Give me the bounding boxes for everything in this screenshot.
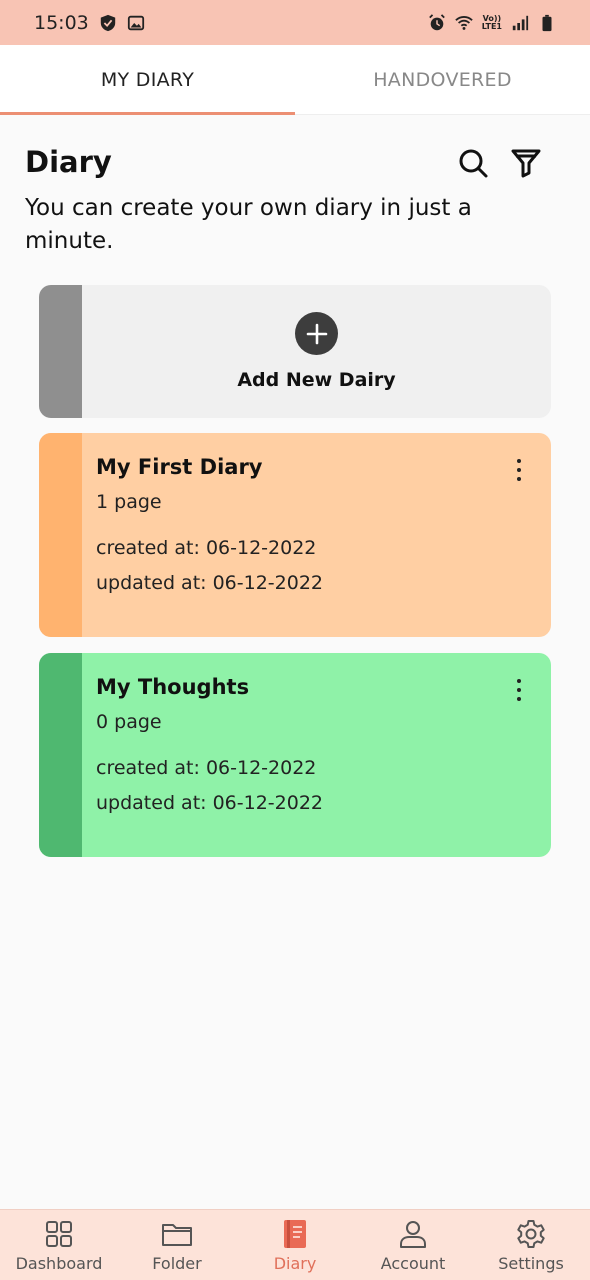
nav-label: Diary bbox=[273, 1254, 317, 1273]
bottom-navigation: Dashboard Folder Diary Account Settings bbox=[0, 1209, 590, 1280]
diary-created-date: created at: 06-12-2022 bbox=[96, 757, 317, 779]
filter-icon bbox=[511, 149, 541, 178]
network-type-label: Vo)) LTE1 bbox=[481, 13, 502, 31]
shield-icon bbox=[100, 14, 115, 31]
tab-bar: MY DIARY HANDOVERED bbox=[0, 45, 590, 115]
nav-dashboard[interactable]: Dashboard bbox=[0, 1210, 118, 1280]
add-new-diary-label: Add New Dairy bbox=[237, 369, 396, 391]
tab-label: HANDOVERED bbox=[373, 68, 512, 91]
diary-card[interactable]: My First Diary 1 page created at: 06-12-… bbox=[39, 433, 551, 637]
filter-button[interactable] bbox=[509, 146, 543, 180]
plus-icon bbox=[295, 312, 338, 355]
tab-handovered[interactable]: HANDOVERED bbox=[295, 45, 590, 114]
nav-diary[interactable]: Diary bbox=[236, 1210, 354, 1280]
page-subtitle: You can create your own diary in just a … bbox=[25, 195, 472, 254]
more-options-icon[interactable] bbox=[509, 679, 529, 701]
folder-icon bbox=[160, 1218, 194, 1250]
card-stripe bbox=[39, 285, 82, 418]
diary-created-date: created at: 06-12-2022 bbox=[96, 537, 317, 559]
tab-label: MY DIARY bbox=[100, 68, 195, 91]
diary-updated-date: updated at: 06-12-2022 bbox=[96, 792, 323, 814]
signal-icon bbox=[512, 15, 529, 30]
tab-my-diary[interactable]: MY DIARY bbox=[0, 45, 295, 115]
diary-card[interactable]: My Thoughts 0 page created at: 06-12-202… bbox=[39, 653, 551, 857]
diary-name: My First Diary bbox=[96, 455, 263, 479]
diary-dates: created at: 06-12-2022 updated at: 06-12… bbox=[96, 531, 531, 601]
alarm-icon bbox=[428, 13, 445, 30]
grid-icon bbox=[42, 1218, 76, 1250]
nav-folder[interactable]: Folder bbox=[118, 1210, 236, 1280]
nav-label: Settings bbox=[498, 1254, 564, 1273]
diary-updated-date: updated at: 06-12-2022 bbox=[96, 572, 323, 594]
diary-page-count: 1 page bbox=[96, 491, 162, 513]
diary-name: My Thoughts bbox=[96, 675, 250, 699]
nav-settings[interactable]: Settings bbox=[472, 1210, 590, 1280]
diary-card-content: My Thoughts 0 page created at: 06-12-202… bbox=[96, 675, 531, 821]
card-stripe bbox=[39, 433, 82, 637]
diary-icon bbox=[278, 1218, 312, 1250]
diary-dates: created at: 06-12-2022 updated at: 06-12… bbox=[96, 751, 531, 821]
wifi-icon bbox=[454, 15, 473, 30]
nav-label: Folder bbox=[152, 1254, 202, 1273]
search-button[interactable] bbox=[456, 146, 490, 180]
add-card-body: Add New Dairy bbox=[82, 285, 551, 418]
card-stripe bbox=[39, 653, 82, 857]
battery-icon bbox=[542, 14, 552, 31]
diary-card-content: My First Diary 1 page created at: 06-12-… bbox=[96, 455, 531, 601]
status-bar: 15:03 Vo)) LTE1 bbox=[0, 0, 590, 45]
nav-label: Dashboard bbox=[15, 1254, 103, 1273]
add-new-diary-card[interactable]: Add New Dairy bbox=[39, 285, 551, 418]
status-time: 15:03 bbox=[34, 11, 89, 34]
nav-account[interactable]: Account bbox=[354, 1210, 472, 1280]
more-options-icon[interactable] bbox=[509, 459, 529, 481]
photo-icon bbox=[127, 15, 144, 30]
diary-page-count: 0 page bbox=[96, 711, 162, 733]
search-icon bbox=[459, 149, 488, 178]
user-icon bbox=[396, 1218, 430, 1250]
nav-label: Account bbox=[380, 1254, 446, 1273]
gear-icon bbox=[514, 1218, 548, 1250]
